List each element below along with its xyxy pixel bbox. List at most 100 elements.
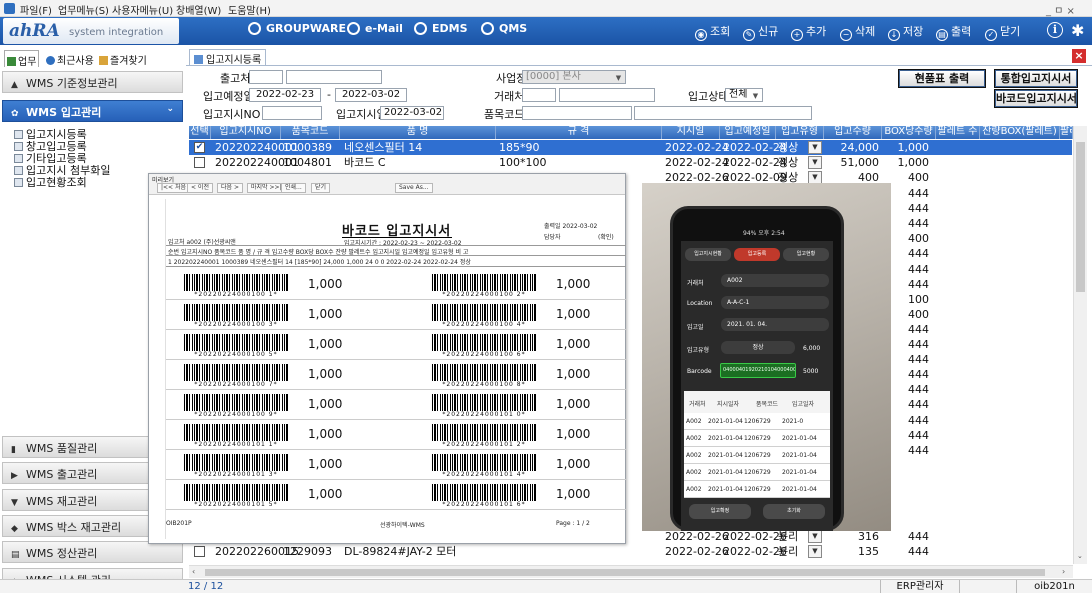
site-label-print-button[interactable]: 현품표 출력 bbox=[898, 69, 986, 88]
table-row[interactable]: ✔ 202202240001 1000389 네오센스필터 14 185*90 … bbox=[189, 140, 1072, 155]
print-dialog-button[interactable]: 인쇄... bbox=[281, 183, 306, 193]
sidebar-section-inbound[interactable]: ✿ WMS 입고관리 ⌄ bbox=[2, 100, 183, 122]
col-spec[interactable]: 규 격 bbox=[496, 126, 662, 139]
sidebar-section-settlement[interactable]: ▤ WMS 정산관리 bbox=[2, 541, 183, 563]
device-tab-inbound-status[interactable]: 입고현황 bbox=[783, 248, 829, 261]
save-button[interactable]: ↓ 저장 bbox=[888, 23, 923, 41]
barcode-number: *20220224000101 1* bbox=[194, 441, 278, 448]
combined-order-button[interactable]: 통합입고지시서 bbox=[994, 69, 1078, 88]
device-table-row[interactable]: A002 2021-01-04 1206729 2021-01-04 bbox=[684, 481, 830, 498]
prev-page-button[interactable]: < 이전 bbox=[187, 183, 213, 193]
col-pallet-count[interactable]: 팔레트 수 bbox=[936, 126, 980, 139]
device-partner-field[interactable]: A002 bbox=[721, 274, 829, 287]
info-icon[interactable]: i bbox=[1047, 22, 1063, 38]
device-tab-inbound-register[interactable]: 입고등록 bbox=[734, 248, 780, 261]
table-row[interactable]: 202202240001 1004801 바코드 C 100*100 2022-… bbox=[189, 155, 1072, 170]
next-page-button[interactable]: 다음 > bbox=[217, 183, 243, 193]
device-type-field[interactable]: 정상 bbox=[721, 341, 795, 354]
source-name-input[interactable] bbox=[286, 70, 382, 84]
order-no-input[interactable] bbox=[262, 106, 322, 120]
print-button[interactable]: ▤ 출력 bbox=[936, 23, 971, 41]
type-dropdown[interactable]: ▼ bbox=[808, 156, 822, 169]
device-table-row[interactable]: A002 2021-01-04 1206729 2021-0 bbox=[684, 413, 830, 430]
window-controls[interactable]: _ ㅁ × bbox=[1046, 2, 1075, 17]
row-checkbox[interactable] bbox=[194, 157, 205, 168]
tab-recent[interactable]: 최근사용 bbox=[44, 50, 96, 67]
device-confirm-button[interactable]: 입고확정 bbox=[689, 504, 751, 519]
plan-date-to-input[interactable]: 2022-03-02 bbox=[335, 88, 407, 102]
scroll-thumb[interactable] bbox=[205, 569, 1045, 576]
device-table-row[interactable]: A002 2021-01-04 1206729 2021-01-04 bbox=[684, 430, 830, 447]
device-reset-button[interactable]: 초기화 bbox=[763, 504, 825, 519]
first-page-button[interactable]: |<< 처음 bbox=[157, 183, 191, 193]
tab-work[interactable]: 업무 bbox=[4, 50, 40, 68]
col-item-name[interactable]: 품 명 bbox=[340, 126, 496, 139]
close-button[interactable]: ✓ 닫기 bbox=[985, 23, 1020, 41]
close-preview-button[interactable]: 닫기 bbox=[311, 183, 331, 193]
col-order-date[interactable]: 지시일 bbox=[662, 126, 720, 139]
type-dropdown[interactable]: ▼ bbox=[808, 545, 822, 558]
search-button[interactable]: ◉ 조회 bbox=[695, 23, 730, 41]
device-date-field[interactable]: 2021. 01. 04. bbox=[721, 318, 829, 331]
groupware-button[interactable]: GROUPWARE bbox=[248, 22, 346, 40]
partner-code-input[interactable] bbox=[522, 88, 556, 102]
menu-user[interactable]: 사용자메뉴(U) bbox=[112, 2, 173, 17]
status-select[interactable]: 전체 ▼ bbox=[725, 88, 763, 102]
table-row[interactable]: 202202260015 1229093 DL-89824#JAY-2 모터 2… bbox=[189, 544, 1072, 559]
tree-item-status[interactable]: 입고현황조회 bbox=[14, 174, 87, 190]
barcode-order-button[interactable]: 바코드입고지시서 bbox=[994, 89, 1078, 108]
menu-help[interactable]: 도움말(H) bbox=[228, 2, 271, 17]
row-checkbox[interactable] bbox=[194, 546, 205, 557]
new-button[interactable]: ✎ 신규 bbox=[743, 23, 778, 41]
add-button[interactable]: + 추가 bbox=[791, 23, 826, 41]
source-code-input[interactable] bbox=[249, 70, 283, 84]
menu-file[interactable]: 파일(F) bbox=[20, 2, 52, 17]
partner-name-input[interactable] bbox=[559, 88, 655, 102]
scroll-down-icon[interactable]: ⌄ bbox=[1077, 552, 1083, 560]
site-select[interactable]: [0000] 본사 ▼ bbox=[522, 70, 626, 84]
device-table-row[interactable]: A002 2021-01-04 1206729 2021-01-04 bbox=[684, 464, 830, 481]
plan-date-from-input[interactable]: 2022-02-23 bbox=[249, 88, 321, 102]
tree-item-label: 입고현황조회 bbox=[26, 176, 87, 189]
col-select[interactable]: 선택 bbox=[189, 126, 211, 139]
sidebar-section-master[interactable]: ▲ WMS 기준정보관리 bbox=[2, 71, 183, 93]
item-name-input[interactable] bbox=[634, 106, 812, 120]
row-checkbox[interactable]: ✔ bbox=[194, 142, 205, 153]
tab-order-register[interactable]: 입고지시등록 bbox=[189, 49, 267, 66]
col-type[interactable]: 입고유형 bbox=[776, 126, 824, 139]
vertical-scrollbar[interactable]: ⌄ bbox=[1073, 126, 1087, 564]
device-barcode-field[interactable]: 0400040192021010400040000 bbox=[720, 363, 796, 378]
qms-button[interactable]: QMS bbox=[481, 22, 527, 40]
device-barcode-extra: 5000 bbox=[803, 368, 819, 375]
device-location-field[interactable]: A-A-C-1 bbox=[721, 296, 829, 309]
delete-button[interactable]: − 삭제 bbox=[840, 23, 875, 41]
col-pallet[interactable]: 팔레 bbox=[1060, 126, 1073, 139]
cell-spec: 100*100 bbox=[499, 156, 547, 169]
type-dropdown[interactable]: ▼ bbox=[808, 530, 822, 543]
save-as-button[interactable]: Save As... bbox=[395, 183, 433, 193]
item-code-input[interactable] bbox=[522, 106, 632, 120]
type-dropdown[interactable]: ▼ bbox=[808, 141, 822, 154]
col-qty[interactable]: 입고수량 bbox=[824, 126, 882, 139]
scroll-left-icon[interactable]: ‹ bbox=[192, 567, 195, 576]
scroll-right-icon[interactable]: › bbox=[1062, 567, 1065, 576]
col-box-qty[interactable]: BOX당수량 bbox=[882, 126, 936, 139]
col-plan-date[interactable]: 입고예정일 bbox=[720, 126, 776, 139]
col-item-code[interactable]: 품목코드 bbox=[281, 126, 340, 139]
scroll-thumb[interactable] bbox=[1076, 142, 1085, 292]
col-order-no[interactable]: 입고지시NO bbox=[211, 126, 281, 139]
email-icon bbox=[347, 22, 360, 35]
order-date-input[interactable]: 2022-03-02 bbox=[380, 106, 444, 120]
device-tab-order-status[interactable]: 입고지시현황 bbox=[685, 248, 731, 261]
edms-button[interactable]: EDMS bbox=[414, 22, 468, 40]
email-button[interactable]: e-Mail bbox=[347, 22, 403, 40]
horizontal-scrollbar[interactable]: ‹ › bbox=[189, 565, 1073, 578]
menu-window[interactable]: 창배열(W) bbox=[176, 2, 221, 17]
close-tab-icon[interactable]: × bbox=[1072, 49, 1086, 63]
menu-work[interactable]: 업무메뉴(S) bbox=[58, 2, 109, 17]
last-page-button[interactable]: 마지막 >>| bbox=[247, 183, 286, 193]
col-remain-box[interactable]: 잔량BOX(팔레트) bbox=[980, 126, 1060, 139]
device-table-row[interactable]: A002 2021-01-04 1206729 2021-01-04 bbox=[684, 447, 830, 464]
gear-icon[interactable]: ✱ bbox=[1071, 21, 1084, 40]
tab-favorites[interactable]: 즐겨찾기 bbox=[97, 50, 149, 67]
